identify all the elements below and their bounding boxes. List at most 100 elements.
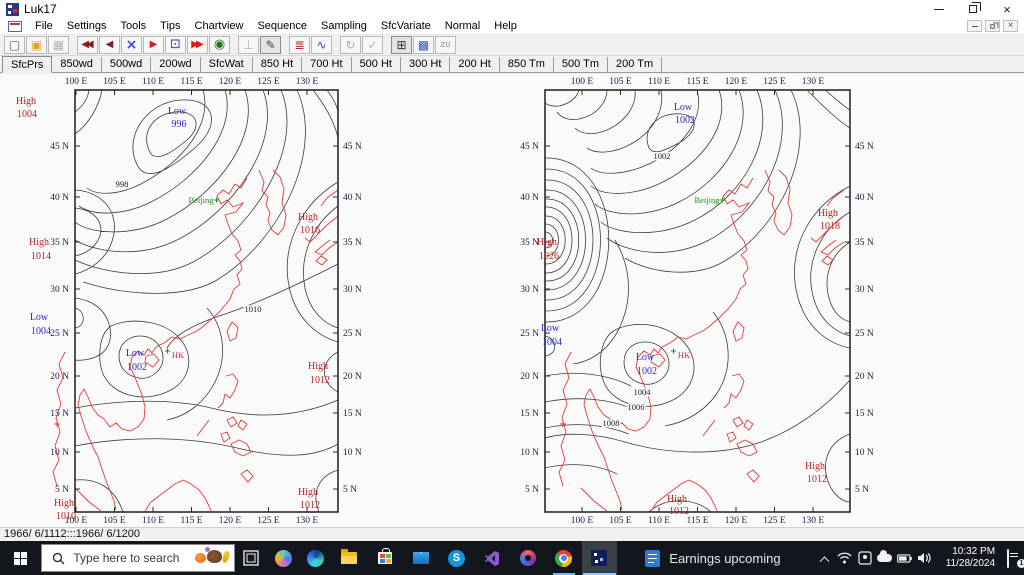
teams-tray-button[interactable] (857, 551, 872, 566)
pressure-center-label: High (54, 498, 74, 509)
microsoft-365-icon (519, 550, 536, 566)
news-widget[interactable]: Earnings upcoming (645, 549, 803, 567)
axis-tick-label: 30 N (855, 285, 874, 295)
fast-forward-button[interactable]: ▶▶ (187, 36, 208, 54)
lon-axis-top: 100 E 105 E 110 E 115 E 120 E 125 E 130 E (65, 77, 318, 95)
cyclone-button[interactable]: ↻ (340, 36, 361, 54)
menu-tools[interactable]: Tools (113, 19, 153, 33)
visual-studio-button[interactable] (474, 541, 510, 575)
zoom-frame-button[interactable]: ⊡ (165, 36, 186, 54)
menu-help[interactable]: Help (487, 19, 524, 33)
pressure-center-value: 1026 (539, 251, 559, 262)
edge-button[interactable] (299, 541, 331, 575)
battery-tray-button[interactable] (897, 551, 913, 566)
tab-850wd[interactable]: 850wd (52, 57, 102, 72)
tab-200wd[interactable]: 200wd (151, 57, 201, 72)
zu-mode-button[interactable]: ZU (435, 36, 456, 54)
file-explorer-button[interactable] (331, 541, 367, 575)
volume-tray-button[interactable] (917, 551, 932, 566)
color-grid-button[interactable]: ▩ (413, 36, 434, 54)
luk17-taskbar-button[interactable] (581, 541, 618, 575)
axis-tick-label: 20 N (50, 372, 69, 382)
task-view-button[interactable] (235, 541, 267, 575)
skype-icon: S (447, 549, 465, 567)
step-back-button[interactable]: ◀ (99, 36, 120, 54)
chevron-up-icon (819, 555, 830, 566)
search-doodle-thanksgiving[interactable] (195, 547, 232, 564)
raise-chart-button[interactable]: ⊥ (238, 36, 259, 54)
tab-500ht[interactable]: 500 Ht (352, 57, 401, 72)
restore-button[interactable] (956, 0, 990, 18)
menu-chartview[interactable]: Chartview (188, 19, 251, 33)
draw-pen-button[interactable]: ✎ (260, 36, 281, 54)
mdi-restore-button[interactable] (985, 20, 1000, 32)
city-label-beijing: Beijing (188, 195, 214, 205)
play-button[interactable]: ▶ (143, 36, 164, 54)
search-input[interactable] (73, 551, 184, 565)
weather-map-left[interactable]: 100 E 105 E 110 E 115 E 120 E 125 E 130 E 100 … (11, 72, 365, 530)
tab-500wd[interactable]: 500wd (102, 57, 152, 72)
contour-label: 1004 (634, 387, 652, 397)
close-button[interactable]: × (990, 0, 1024, 18)
copilot-button[interactable] (267, 541, 299, 575)
menu-sampling[interactable]: Sampling (314, 19, 374, 33)
streamline-button[interactable]: ∿ (311, 36, 332, 54)
mail-button[interactable] (403, 541, 439, 575)
axis-tick-label: 20 N (855, 372, 874, 382)
menu-tips[interactable]: Tips (153, 19, 187, 33)
tab-200ht[interactable]: 200 Ht (450, 57, 500, 72)
delete-frame-button[interactable]: × (121, 36, 142, 54)
tab-700ht[interactable]: 700 Ht (302, 57, 352, 72)
map-frame (74, 89, 339, 513)
task-view-icon (243, 550, 259, 566)
taskbar-search[interactable] (41, 544, 236, 572)
mdi-close-button[interactable]: × (1003, 20, 1018, 32)
tab-850ht[interactable]: 850 Ht (253, 57, 303, 72)
menu-file[interactable]: File (28, 19, 60, 33)
globe-button[interactable]: ◉ (209, 36, 230, 54)
microsoft-store-button[interactable] (367, 541, 403, 575)
tray-expand-button[interactable] (817, 551, 832, 566)
close-icon: × (1003, 1, 1011, 17)
tab-200tm[interactable]: 200 Tm (608, 57, 663, 72)
axis-tick-label: 115 E (180, 77, 202, 87)
taskbar-clock[interactable]: 10:32 PM 11/28/2024 (942, 546, 995, 570)
menu-sequence[interactable]: Sequence (250, 19, 314, 33)
axis-tick-label: 20 N (343, 372, 362, 382)
minimize-button[interactable] (922, 0, 956, 18)
coastline (558, 169, 845, 512)
window-layout-button[interactable]: ⊞ (391, 36, 412, 54)
start-button[interactable] (0, 541, 41, 575)
wifi-button[interactable] (837, 551, 852, 566)
axis-tick-label: 15 N (855, 409, 874, 419)
weather-map-right[interactable]: 100 E 105 E 110 E 115 E 120 E 125 E 130 E 100 … (517, 72, 885, 530)
rewind-button[interactable]: ◀◀ (77, 36, 98, 54)
fronts-button[interactable]: ≣ (289, 36, 310, 54)
mdi-minimize-button[interactable] (967, 20, 982, 32)
mdi-close-icon: × (1007, 20, 1014, 31)
tab-sfcprs[interactable]: SfcPrs (2, 56, 53, 73)
skype-button[interactable]: S (439, 541, 475, 575)
hk-marker (671, 348, 676, 354)
menu-normal[interactable]: Normal (438, 19, 487, 33)
onedrive-tray-button[interactable] (877, 550, 893, 566)
microsoft-365-button[interactable] (510, 541, 546, 575)
tab-500tm[interactable]: 500 Tm (554, 57, 609, 72)
contour-label: 1002 (654, 151, 671, 161)
chrome-icon (555, 549, 573, 567)
geography-right (558, 169, 845, 512)
chrome-button[interactable] (546, 541, 582, 575)
polyline-button[interactable]: ✓ (362, 36, 383, 54)
axis-tick-label: 10 N (520, 448, 539, 458)
save-file-button[interactable]: ▦ (48, 36, 69, 54)
menu-settings[interactable]: Settings (60, 19, 114, 33)
menu-sfcvariate[interactable]: SfcVariate (374, 19, 438, 33)
mdi-restore-icon (990, 21, 999, 29)
tab-850tm[interactable]: 850 Tm (500, 57, 554, 72)
open-file-button[interactable]: ▣ (26, 36, 47, 54)
tab-300ht[interactable]: 300 Ht (401, 57, 451, 72)
axis-tick-label: 5 N (855, 485, 869, 495)
new-file-button[interactable]: ▢ (4, 36, 25, 54)
action-center-button[interactable]: 1 (1007, 549, 1024, 568)
tab-sfcwat[interactable]: SfcWat (201, 57, 253, 72)
